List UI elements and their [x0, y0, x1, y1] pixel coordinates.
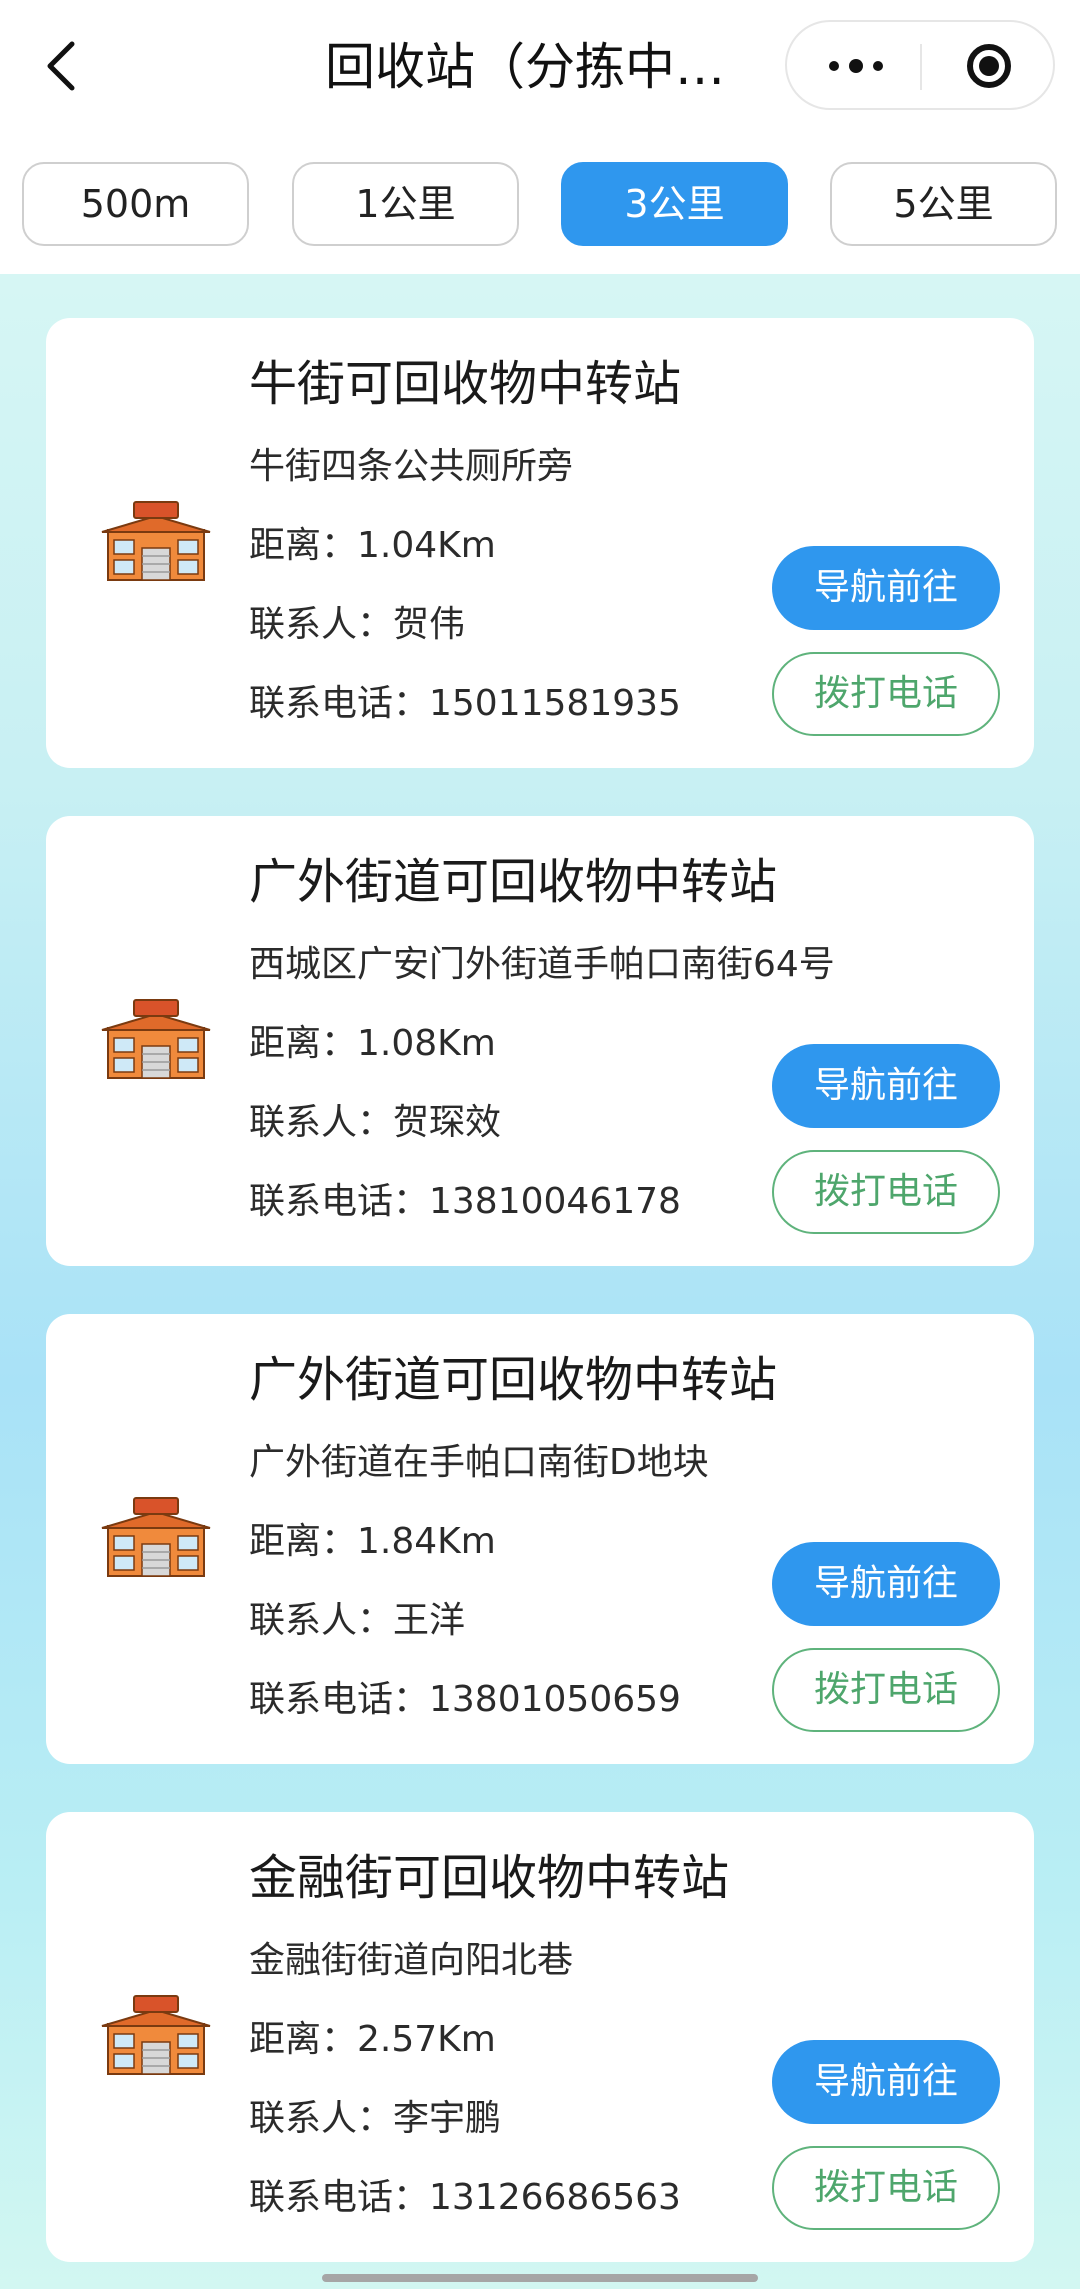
more-dots-icon — [873, 61, 883, 71]
station-phone: 联系电话：13126686563 — [249, 2177, 681, 2218]
station-card: 牛街可回收物中转站 牛街四条公共厕所旁 距离：1.04Km 联系人：贺伟 联系电… — [46, 318, 1034, 768]
recycle-center-building-icon — [101, 999, 211, 1079]
home-indicator[interactable] — [322, 2274, 758, 2282]
recycle-center-building-icon — [101, 1995, 211, 2075]
top-nav-bar: 回收站（分拣中… — [0, 0, 1080, 132]
navigate-button[interactable]: 导航前往 — [772, 1044, 1000, 1128]
navigate-button[interactable]: 导航前往 — [772, 2040, 1000, 2124]
distance-filter-tabs: 500m 1公里 3公里 5公里 — [0, 132, 1080, 274]
station-phone: 联系电话：13801050659 — [249, 1679, 681, 1720]
mini-program-capsule — [785, 20, 1055, 110]
recycle-center-building-icon — [101, 1497, 211, 1577]
station-card: 广外街道可回收物中转站 广外街道在手帕口南街D地块 距离：1.84Km 联系人：… — [46, 1314, 1034, 1764]
station-address: 西城区广安门外街道手帕口南街64号 — [249, 944, 835, 985]
tab-500m[interactable]: 500m — [22, 162, 249, 246]
station-phone: 联系电话：15011581935 — [249, 683, 681, 724]
station-address: 广外街道在手帕口南街D地块 — [249, 1442, 709, 1483]
station-name: 牛街可回收物中转站 — [249, 356, 682, 412]
navigate-button[interactable]: 导航前往 — [772, 546, 1000, 630]
tab-5km[interactable]: 5公里 — [830, 162, 1057, 246]
station-address: 金融街街道向阳北巷 — [249, 1940, 574, 1981]
target-icon-core — [979, 56, 999, 76]
navigate-button[interactable]: 导航前往 — [772, 1542, 1000, 1626]
call-button[interactable]: 拨打电话 — [772, 652, 1000, 736]
station-card: 金融街可回收物中转站 金融街街道向阳北巷 距离：2.57Km 联系人：李宇鹏 联… — [46, 1812, 1034, 2262]
page: 回收站（分拣中… 500m 1公里 3公里 5公里 牛街可回收物中转站 牛街四条… — [0, 0, 1080, 2289]
station-distance: 距离：1.84Km — [249, 1521, 496, 1562]
station-name: 广外街道可回收物中转站 — [249, 854, 778, 910]
more-dots-icon — [829, 61, 839, 71]
call-button[interactable]: 拨打电话 — [772, 1648, 1000, 1732]
close-miniprogram-button[interactable] — [923, 22, 1053, 108]
capsule-divider — [920, 44, 922, 90]
station-name: 广外街道可回收物中转站 — [249, 1352, 778, 1408]
tab-1km[interactable]: 1公里 — [292, 162, 519, 246]
recycle-center-building-icon — [101, 501, 211, 581]
station-contact: 联系人：李宇鹏 — [249, 2098, 502, 2139]
page-title: 回收站（分拣中… — [325, 38, 725, 96]
station-distance: 距离：1.08Km — [249, 1023, 496, 1064]
station-distance: 距离：1.04Km — [249, 525, 496, 566]
more-dots-icon — [849, 59, 863, 73]
station-name: 金融街可回收物中转站 — [249, 1850, 730, 1906]
station-contact: 联系人：贺伟 — [249, 604, 466, 645]
call-button[interactable]: 拨打电话 — [772, 2146, 1000, 2230]
more-menu-button[interactable] — [787, 22, 921, 108]
station-address: 牛街四条公共厕所旁 — [249, 446, 574, 487]
back-button[interactable] — [34, 30, 94, 100]
tab-3km[interactable]: 3公里 — [561, 162, 788, 246]
station-distance: 距离：2.57Km — [249, 2019, 496, 2060]
call-button[interactable]: 拨打电话 — [772, 1150, 1000, 1234]
chevron-left-icon — [47, 41, 75, 91]
station-phone: 联系电话：13810046178 — [249, 1181, 681, 1222]
station-list: 牛街可回收物中转站 牛街四条公共厕所旁 距离：1.04Km 联系人：贺伟 联系电… — [0, 274, 1080, 2289]
station-contact: 联系人：贺琛效 — [249, 1102, 502, 1143]
station-card: 广外街道可回收物中转站 西城区广安门外街道手帕口南街64号 距离：1.08Km … — [46, 816, 1034, 1266]
station-contact: 联系人：王洋 — [249, 1600, 466, 1641]
